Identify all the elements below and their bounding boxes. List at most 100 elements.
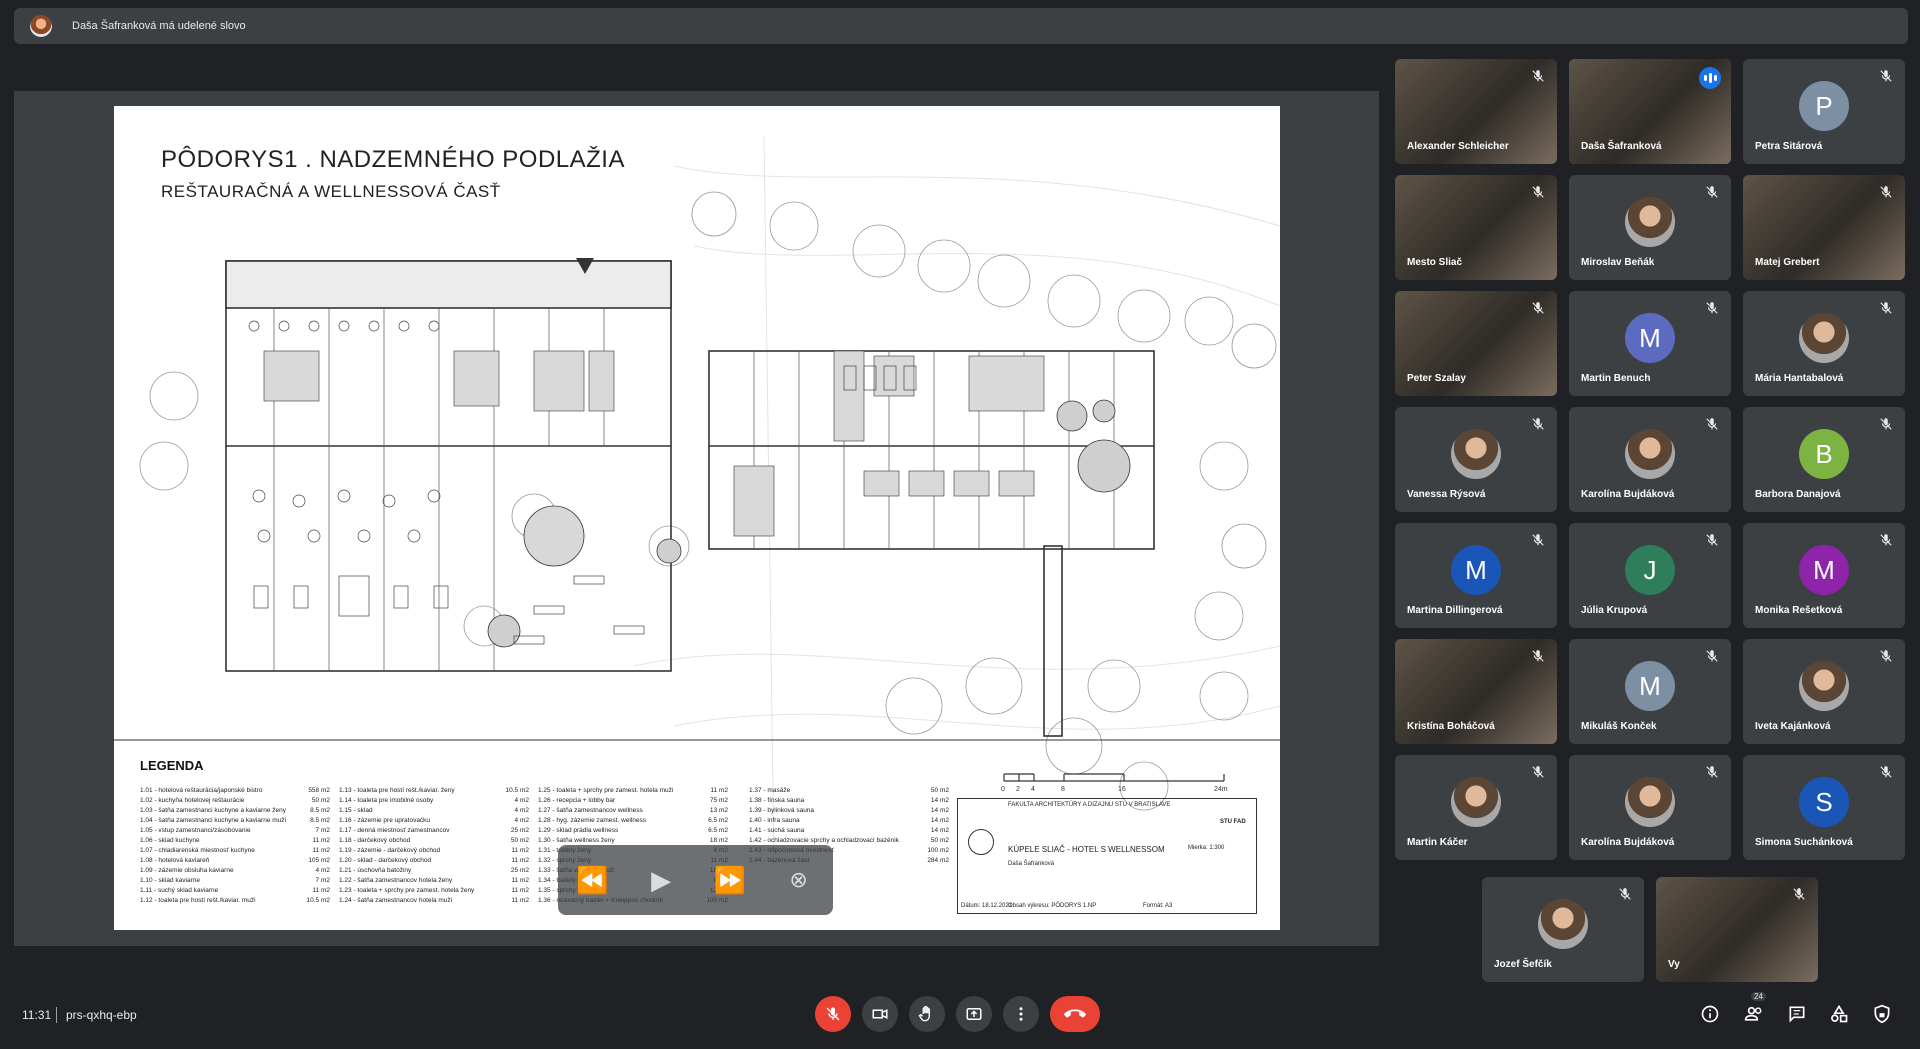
legend-entry: 1.26 - recepcia + lobby bar 75 m2 bbox=[538, 796, 728, 806]
legend-area: 284 m2 bbox=[927, 857, 949, 864]
legend-area: 25 m2 bbox=[510, 867, 529, 874]
participant-tile[interactable]: Kristína Boháčová bbox=[1395, 639, 1557, 744]
mic-toggle-button[interactable] bbox=[815, 996, 851, 1032]
legend-room: 1.02 - kuchyňa hotelovej reštaurácie bbox=[140, 797, 245, 804]
participant-tile[interactable]: Matej Grebert bbox=[1743, 175, 1905, 280]
participant-tile[interactable]: Miroslav Beňák bbox=[1569, 175, 1731, 280]
participant-tile[interactable]: Martin Káčer bbox=[1395, 755, 1557, 860]
slide-subtitle: REŠTAURAČNÁ A WELLNESSOVÁ ČASŤ bbox=[161, 182, 501, 201]
participant-tile[interactable]: Iveta Kajánková bbox=[1743, 639, 1905, 744]
participant-avatar bbox=[1625, 197, 1675, 248]
camera-toggle-button[interactable] bbox=[862, 996, 898, 1032]
participant-tile[interactable]: Mesto Sliač bbox=[1395, 175, 1557, 280]
legend-entry: 1.23 - toaleta + sprchy pre zamest. hote… bbox=[339, 886, 529, 896]
muted-mic-icon bbox=[1880, 302, 1892, 314]
participant-tile[interactable]: Vanessa Rýsová bbox=[1395, 407, 1557, 512]
participant-tile[interactable]: Alexander Schleicher bbox=[1395, 59, 1557, 164]
legend-room: 1.27 - šatňa zamestnancov wellness bbox=[538, 807, 643, 814]
legend-entry: 1.19 - zázemie - darčekový obchod 11 m2 bbox=[339, 846, 529, 856]
stamp-school: FAKULTA ARCHITEKTÚRY A DIZAJNU STU V BRA… bbox=[1008, 802, 1171, 808]
legend-room: 1.17 - denná miestnosť zamestnancov bbox=[339, 827, 450, 834]
legend-area: 4 m2 bbox=[514, 797, 529, 804]
legend-area: 14 m2 bbox=[930, 797, 949, 804]
legend-entry: 1.22 - šatňa zamestnancov hotela ženy 11 … bbox=[339, 876, 529, 886]
play-icon[interactable]: ▶ bbox=[641, 865, 681, 896]
participant-tile[interactable]: M Mikuláš Konček bbox=[1569, 639, 1731, 744]
participant-avatar bbox=[1625, 429, 1675, 480]
muted-mic-icon bbox=[1532, 534, 1544, 546]
legend-room: 1.25 - toaleta + sprchy pre zamest. hote… bbox=[538, 787, 674, 794]
legend-area: 7 m2 bbox=[315, 827, 330, 834]
participant-initial: M bbox=[1625, 313, 1675, 364]
participant-tile[interactable]: J Júlia Krupová bbox=[1569, 523, 1731, 628]
participant-tile[interactable]: M Martina Dillingerová bbox=[1395, 523, 1557, 628]
scale-label: 0 bbox=[1001, 786, 1005, 793]
participant-tile[interactable]: S Simona Suchánková bbox=[1743, 755, 1905, 860]
scale-label: 2 bbox=[1016, 786, 1020, 793]
raise-hand-icon bbox=[918, 1005, 930, 1022]
present-icon bbox=[966, 1008, 982, 1020]
shield-lock-icon bbox=[1874, 1004, 1890, 1024]
meeting-details-button[interactable] bbox=[1698, 1002, 1722, 1026]
close-icon[interactable]: ⊗ bbox=[779, 867, 819, 893]
participant-tile[interactable]: Karolína Bujdáková bbox=[1569, 755, 1731, 860]
legend-entry: 1.09 - zázemie obsluha kaviarne 4 m2 bbox=[140, 866, 330, 876]
leave-call-button[interactable] bbox=[1050, 996, 1100, 1032]
muted-mic-icon bbox=[1880, 650, 1892, 662]
participant-tile[interactable]: Daša Šafranková bbox=[1569, 59, 1731, 164]
stamp-project: KÚPELE SLIAČ - HOTEL S WELLNESSOM bbox=[1008, 845, 1165, 854]
scale-label: 16 bbox=[1118, 786, 1126, 793]
participant-tile[interactable]: M Martin Benuch bbox=[1569, 291, 1731, 396]
legend-entry: 1.08 - hotelová kaviareň 105 m2 bbox=[140, 856, 330, 866]
legend-entry: 1.39 - bylinková sauna 14 m2 bbox=[749, 806, 949, 816]
leave-call-icon bbox=[1064, 1009, 1086, 1018]
legend-area: 7 m2 bbox=[315, 877, 330, 884]
legend-room: 1.13 - toaleta pre hostí rešt./kaviar. ž… bbox=[339, 787, 455, 794]
legend-area: 14 m2 bbox=[930, 817, 949, 824]
legend-room: 1.21 - úschovňa batožiny bbox=[339, 867, 412, 874]
legend-area: 50 m2 bbox=[930, 837, 949, 844]
raise-hand-button[interactable] bbox=[909, 996, 945, 1032]
participant-name: Júlia Krupová bbox=[1581, 605, 1648, 616]
legend-entry: 1.20 - sklad - darčekový obchod 11 m2 bbox=[339, 856, 529, 866]
fast-forward-icon[interactable]: ⏩ bbox=[710, 865, 750, 896]
participant-tile[interactable]: B Barbora Danajová bbox=[1743, 407, 1905, 512]
participant-tile[interactable]: M Monika Rešetková bbox=[1743, 523, 1905, 628]
legend-entry: 1.02 - kuchyňa hotelovej reštaurácie 50 m… bbox=[140, 796, 330, 806]
more-options-button[interactable] bbox=[1003, 996, 1039, 1032]
participant-avatar bbox=[1451, 429, 1501, 480]
legend-room: 1.23 - toaleta + sprchy pre zamest. hote… bbox=[339, 887, 475, 894]
legend-column-2: 1.13 - toaleta pre hostí rešt./kaviar. ž… bbox=[339, 786, 529, 906]
participant-name: Mária Hantabalová bbox=[1755, 373, 1844, 384]
people-icon bbox=[1744, 1006, 1762, 1021]
activities-button[interactable] bbox=[1827, 1002, 1851, 1026]
participant-name: Vy bbox=[1668, 959, 1680, 970]
participants-button[interactable] bbox=[1742, 1002, 1766, 1026]
legend-entry: 1.41 - suchá sauna 14 m2 bbox=[749, 826, 949, 836]
participant-tile[interactable]: P Petra Sitárová bbox=[1743, 59, 1905, 164]
participant-tile[interactable]: Vy bbox=[1656, 877, 1818, 982]
rewind-icon[interactable]: ⏪ bbox=[572, 865, 612, 896]
legend-area: 11 m2 bbox=[511, 847, 529, 854]
host-controls-button[interactable] bbox=[1870, 1002, 1894, 1026]
legend-area: 50 m2 bbox=[510, 837, 529, 844]
legend-area: 105 m2 bbox=[308, 857, 330, 864]
legend-entry: 1.11 - suchý sklad kaviarne 11 m2 bbox=[140, 886, 330, 896]
muted-mic-icon bbox=[1532, 418, 1544, 430]
legend-room: 1.22 - šatňa zamestnancov hotela ženy bbox=[339, 877, 453, 884]
presenter-bar: Daša Šafranková má udelené slovo bbox=[14, 8, 1908, 44]
chat-button[interactable] bbox=[1785, 1002, 1809, 1026]
present-button[interactable] bbox=[956, 996, 992, 1032]
stamp-author: Daša Šafranková bbox=[1008, 861, 1055, 867]
muted-mic-icon bbox=[1706, 302, 1718, 314]
legend-entry: 1.07 - chladiarenská miestnosť kuchyne 11… bbox=[140, 846, 330, 856]
participant-name: Miroslav Beňák bbox=[1581, 257, 1655, 268]
muted-mic-icon bbox=[1706, 534, 1718, 546]
participant-tile[interactable]: Jozef Šefčík bbox=[1482, 877, 1644, 982]
participant-tile[interactable]: Mária Hantabalová bbox=[1743, 291, 1905, 396]
legend-entry: 1.21 - úschovňa batožiny 25 m2 bbox=[339, 866, 529, 876]
participant-tile[interactable]: Karolína Bujdáková bbox=[1569, 407, 1731, 512]
legend-entry: 1.25 - toaleta + sprchy pre zamest. hote… bbox=[538, 786, 728, 796]
participant-tile[interactable]: Peter Szalay bbox=[1395, 291, 1557, 396]
legend-room: 1.09 - zázemie obsluha kaviarne bbox=[140, 867, 234, 874]
